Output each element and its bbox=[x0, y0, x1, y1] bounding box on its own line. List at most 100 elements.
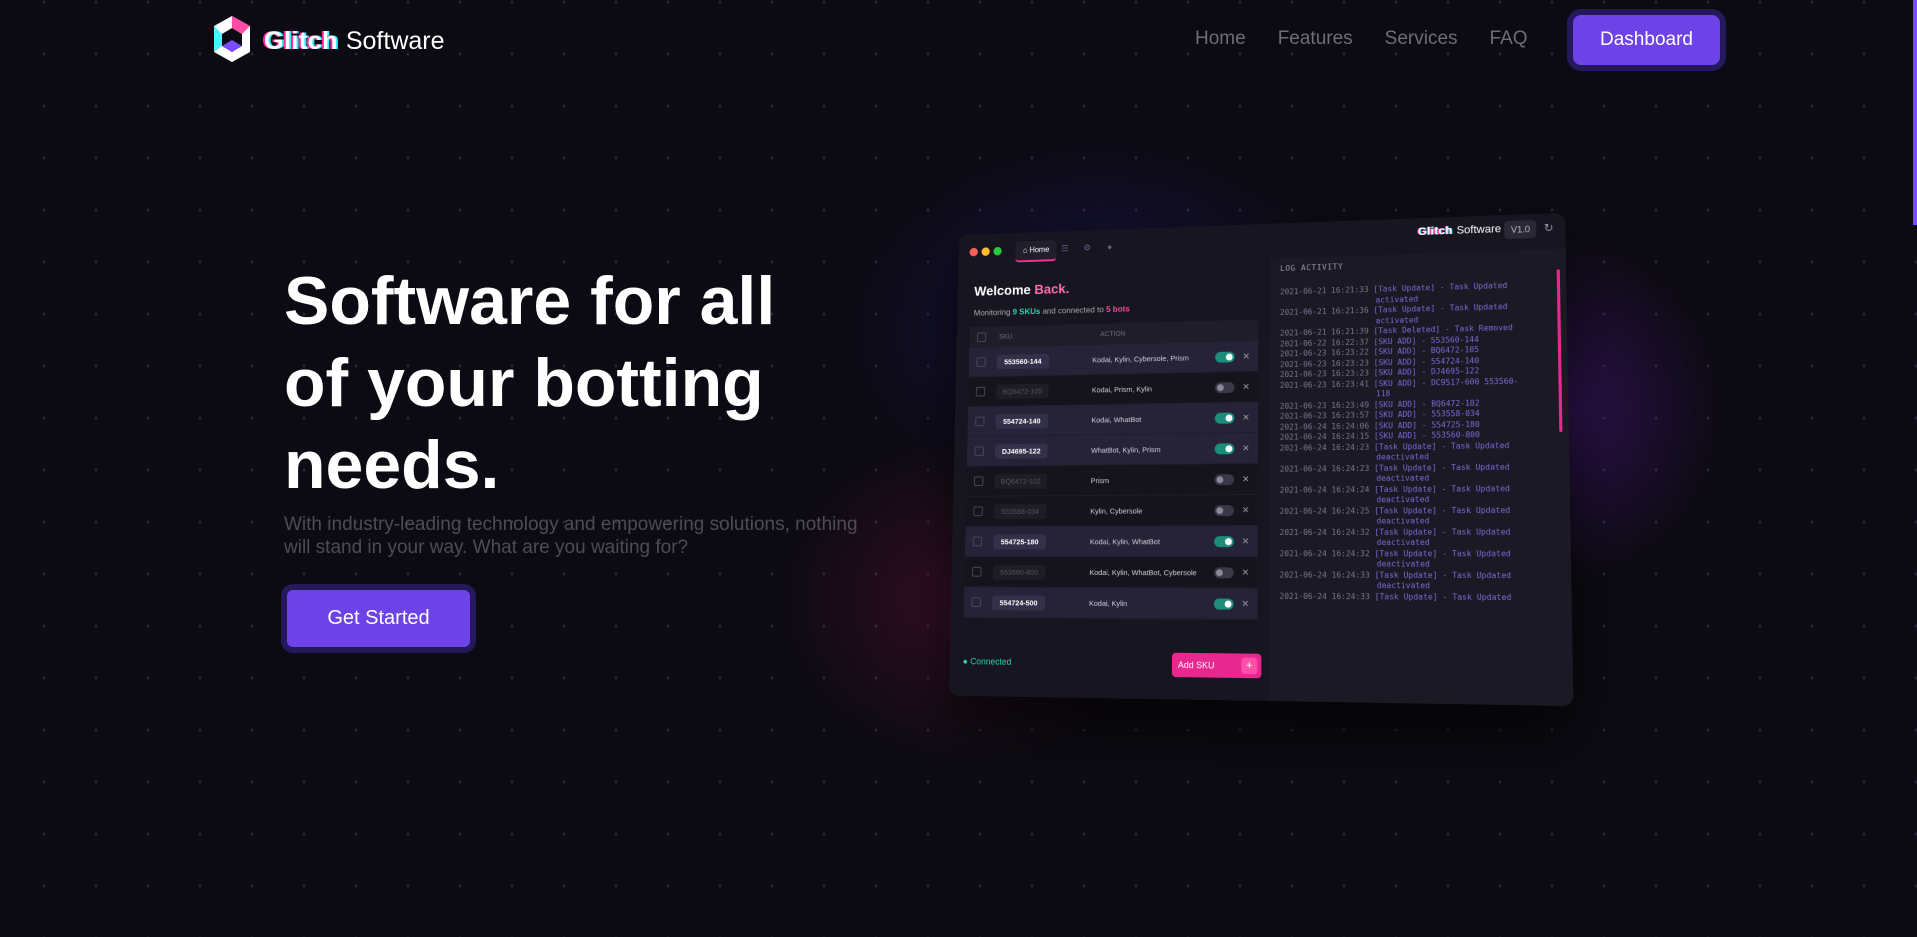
row-checkbox[interactable] bbox=[975, 416, 985, 427]
sku-code: BQ6472-105 bbox=[996, 383, 1049, 399]
app-brand: Glitch Software bbox=[1417, 223, 1502, 239]
table-row[interactable]: 554724-140 Kodai, WhatBot ✕ bbox=[967, 402, 1259, 437]
delete-icon[interactable]: ✕ bbox=[1242, 412, 1252, 423]
info-icon[interactable]: ● bbox=[1103, 240, 1116, 254]
col-action: ACTION bbox=[1100, 330, 1126, 338]
log-scrollbar[interactable] bbox=[1556, 269, 1563, 433]
list-icon[interactable]: ☰ bbox=[1058, 242, 1071, 256]
app-window: ⌂ Home ☰ ⚙ ● Glitch Software V1.0 ↻ Welc… bbox=[948, 212, 1574, 707]
delete-icon[interactable]: ✕ bbox=[1242, 598, 1252, 609]
sku-code: 553560-800 bbox=[992, 564, 1046, 580]
nav-link-features[interactable]: Features bbox=[1278, 28, 1353, 50]
bot-list: Kodai, WhatBot bbox=[1091, 414, 1142, 425]
log-entry: 2021-06-24 16:24:33 [Task Update] - Task… bbox=[1279, 591, 1512, 602]
home-icon: ⌂ bbox=[1022, 245, 1028, 255]
delete-icon[interactable]: ✕ bbox=[1242, 443, 1252, 454]
version-badge: V1.0 bbox=[1504, 219, 1537, 239]
bot-list: Prism bbox=[1090, 475, 1110, 485]
bot-list: Kodai, Kylin, WhatBot bbox=[1089, 536, 1160, 546]
active-toggle[interactable] bbox=[1214, 412, 1235, 424]
sku-code: 554724-140 bbox=[995, 413, 1049, 429]
active-toggle[interactable] bbox=[1214, 381, 1235, 393]
hero-title: Software for all of your botting needs. bbox=[284, 263, 776, 503]
log-entry: 2021-06-24 16:24:33 [Task Update] - Task… bbox=[1279, 569, 1512, 591]
log-entry: 2021-06-24 16:24:32 [Task Update] - Task… bbox=[1279, 548, 1511, 569]
delete-icon[interactable]: ✕ bbox=[1242, 351, 1252, 362]
bot-list: Kodai, Kylin, WhatBot, Cybersole bbox=[1089, 567, 1197, 577]
sku-code: 554724-500 bbox=[991, 594, 1046, 611]
delete-icon[interactable]: ✕ bbox=[1242, 473, 1252, 484]
row-checkbox[interactable] bbox=[974, 446, 985, 457]
brand-glitch-text: Glitch bbox=[264, 27, 338, 55]
sku-code: 553560-144 bbox=[996, 353, 1050, 369]
log-entry: 2021-06-24 16:24:24 [Task Update] - Task… bbox=[1279, 483, 1511, 505]
log-list: 2021-06-21 16:21:33 [Task Update] - Task… bbox=[1280, 280, 1557, 604]
delete-icon[interactable]: ✕ bbox=[1242, 536, 1252, 547]
row-checkbox[interactable] bbox=[973, 506, 983, 517]
cube-logo-icon bbox=[212, 14, 252, 69]
brand-software-text: Software bbox=[345, 27, 445, 55]
welcome-heading: Welcome Back. bbox=[974, 280, 1070, 299]
nav-links: Home Features Services FAQ bbox=[1195, 28, 1560, 50]
table-row[interactable]: BQ6472-102 Prism ✕ bbox=[966, 463, 1258, 497]
table-row[interactable]: 553558-034 Kylin, Cybersole ✕ bbox=[965, 494, 1258, 527]
bot-list: Kodai, Kylin bbox=[1088, 598, 1128, 608]
active-toggle[interactable] bbox=[1214, 473, 1235, 485]
refresh-icon[interactable]: ↻ bbox=[1540, 219, 1557, 238]
top-nav: Glitch Software Home Features Services F… bbox=[0, 0, 1917, 80]
sku-code: 553558-034 bbox=[993, 503, 1047, 519]
close-dot-icon[interactable] bbox=[969, 247, 978, 257]
table-row[interactable]: 553560-800 Kodai, Kylin, WhatBot, Cyberso… bbox=[964, 557, 1258, 589]
log-entry: 2021-06-24 16:24:32 [Task Update] - Task… bbox=[1279, 526, 1511, 548]
delete-icon[interactable]: ✕ bbox=[1242, 567, 1252, 578]
sku-table: SKU ACTION 553560-144 Kodai, Kylin, Cyber… bbox=[963, 319, 1259, 621]
delete-icon[interactable]: ✕ bbox=[1242, 381, 1252, 392]
row-checkbox[interactable] bbox=[976, 357, 986, 367]
row-checkbox[interactable] bbox=[971, 597, 981, 608]
brand[interactable]: Glitch Software bbox=[212, 14, 445, 69]
app-preview: ⌂ Home ☰ ⚙ ● Glitch Software V1.0 ↻ Welc… bbox=[948, 212, 1574, 707]
active-toggle[interactable] bbox=[1214, 535, 1234, 547]
row-checkbox[interactable] bbox=[975, 386, 986, 397]
col-sku: SKU bbox=[999, 333, 1013, 341]
sku-code: 554725-180 bbox=[993, 534, 1047, 549]
nav-link-faq[interactable]: FAQ bbox=[1490, 28, 1528, 50]
dashboard-button[interactable]: Dashboard bbox=[1573, 15, 1720, 65]
row-checkbox[interactable] bbox=[972, 536, 983, 547]
bot-list: WhatBot, Kylin, Prism bbox=[1091, 444, 1161, 455]
row-checkbox[interactable] bbox=[972, 566, 982, 577]
log-entry: 2021-06-24 16:24:23 [Task Update] - Task… bbox=[1279, 440, 1510, 462]
maximize-dot-icon[interactable] bbox=[993, 246, 1002, 256]
nav-link-home[interactable]: Home bbox=[1195, 28, 1246, 50]
tab-home[interactable]: ⌂ Home bbox=[1015, 240, 1057, 263]
delete-icon[interactable]: ✕ bbox=[1242, 504, 1252, 515]
select-all-checkbox[interactable] bbox=[976, 332, 987, 343]
log-title: LOG ACTIVITY bbox=[1280, 262, 1344, 274]
minimize-dot-icon[interactable] bbox=[981, 247, 990, 257]
row-checkbox[interactable] bbox=[973, 476, 984, 487]
active-toggle[interactable] bbox=[1215, 351, 1235, 363]
sku-code: BQ6472-102 bbox=[994, 473, 1048, 489]
log-entry: 2021-06-24 16:24:25 [Task Update] - Task… bbox=[1279, 505, 1511, 526]
table-row[interactable]: BQ6472-105 Kodai, Prism, Kylin ✕ bbox=[968, 371, 1259, 408]
nav-link-services[interactable]: Services bbox=[1385, 28, 1458, 50]
table-row[interactable]: DJ4695-122 WhatBot, Kylin, Prism ✕ bbox=[966, 433, 1258, 467]
table-row[interactable]: 554725-180 Kodai, Kylin, WhatBot ✕ bbox=[964, 526, 1258, 558]
monitor-summary: Monitoring 9 SKUs and connected to 5 bot… bbox=[973, 303, 1130, 318]
active-toggle[interactable] bbox=[1214, 442, 1235, 454]
hero-subtitle: With industry-leading technology and emp… bbox=[284, 514, 858, 558]
bot-list: Kylin, Cybersole bbox=[1090, 506, 1143, 516]
bot-list: Kodai, Prism, Kylin bbox=[1091, 384, 1153, 394]
active-toggle[interactable] bbox=[1213, 566, 1234, 578]
table-row[interactable]: 554724-500 Kodai, Kylin ✕ bbox=[963, 587, 1258, 621]
add-sku-button[interactable]: Add SKU + bbox=[1171, 652, 1262, 679]
get-started-button[interactable]: Get Started bbox=[287, 590, 470, 647]
connection-status: ● Connected bbox=[962, 656, 1012, 667]
active-toggle[interactable] bbox=[1213, 597, 1234, 610]
log-panel: LOG ACTIVITY 2021-06-21 16:21:33 [Task U… bbox=[1269, 248, 1574, 707]
sku-panel: Welcome Back. Monitoring 9 SKUs and conn… bbox=[949, 259, 1270, 701]
log-entry: 2021-06-24 16:24:23 [Task Update] - Task… bbox=[1279, 461, 1510, 483]
sku-code: DJ4695-122 bbox=[994, 443, 1048, 459]
gear-icon[interactable]: ⚙ bbox=[1081, 241, 1094, 255]
active-toggle[interactable] bbox=[1214, 504, 1235, 516]
